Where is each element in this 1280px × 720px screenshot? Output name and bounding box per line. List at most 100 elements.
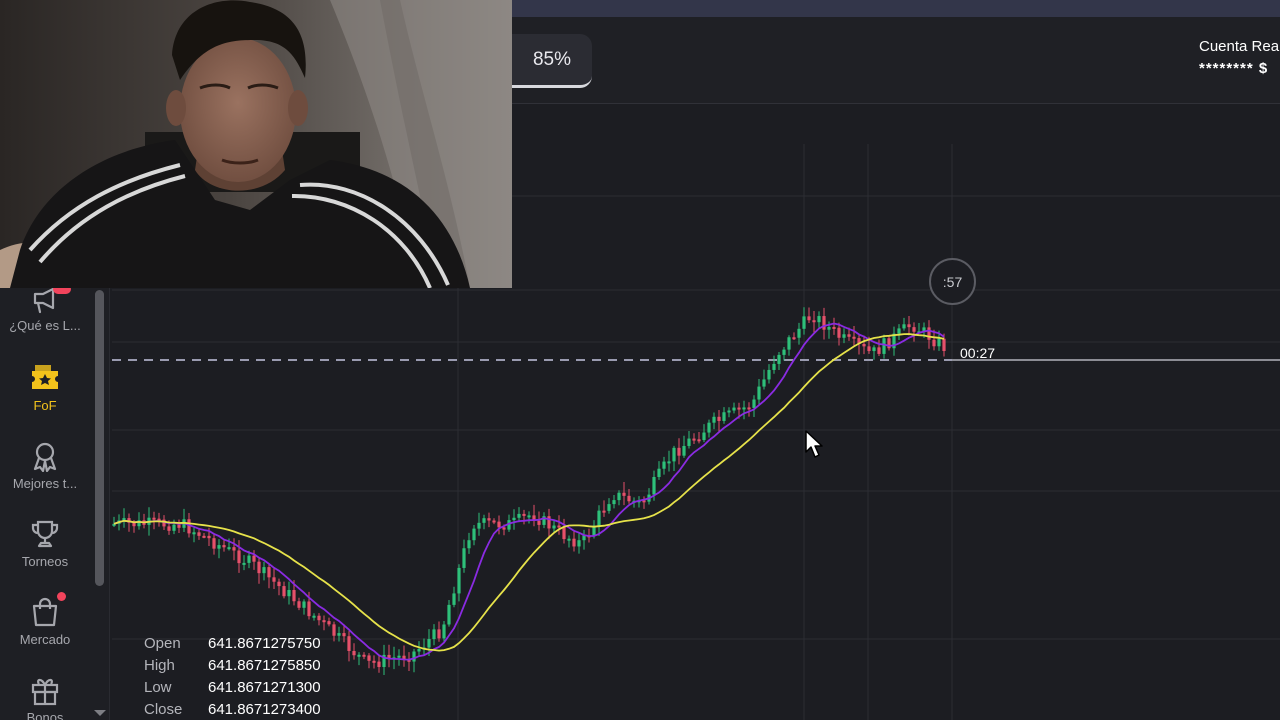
top-strip xyxy=(512,0,1280,17)
candle-up xyxy=(882,338,886,354)
scroll-down-arrow-icon[interactable] xyxy=(94,710,106,716)
moving-average-fast xyxy=(113,322,945,661)
candle-down xyxy=(697,439,701,442)
candle-down xyxy=(572,538,576,547)
candle-down xyxy=(847,334,851,337)
sidebar-item-torneos[interactable]: Torneos xyxy=(0,518,90,569)
webcam-overlay xyxy=(0,0,512,288)
ohlc-close-value: 641.8671273400 xyxy=(208,700,321,718)
payout-badge[interactable]: 85% xyxy=(512,34,592,88)
candle-down xyxy=(927,327,931,340)
sidebar-item-label: Torneos xyxy=(21,554,69,569)
candle-up xyxy=(457,567,461,594)
candle-down xyxy=(497,521,501,528)
candle-down xyxy=(292,589,296,602)
moving-averages xyxy=(113,322,945,661)
candle-down xyxy=(537,520,541,525)
sidebar-scrollbar[interactable] xyxy=(95,290,104,586)
candle-up xyxy=(772,363,776,370)
sidebar-item-bonos[interactable]: Bonos xyxy=(0,674,90,720)
candle-up xyxy=(597,510,601,526)
candle-down xyxy=(907,324,911,328)
candle-down xyxy=(377,661,381,668)
candle-down xyxy=(737,407,741,410)
candle-up xyxy=(727,410,731,413)
candle-up xyxy=(442,624,446,639)
candle-up xyxy=(217,545,221,549)
candle-down xyxy=(297,601,301,608)
sidebar-item-label: Bonos xyxy=(26,710,64,720)
candle-down xyxy=(492,520,496,523)
sidebar-item-mejores[interactable]: Mejores t... xyxy=(0,440,90,491)
candle-up xyxy=(302,601,306,608)
candle-down xyxy=(557,525,561,528)
account-type-label[interactable]: Cuenta Rea xyxy=(1199,38,1279,55)
sidebar-item-que-es[interactable]: ¿Qué es L... xyxy=(0,284,90,333)
candle-down xyxy=(272,577,276,582)
sidebar-item-label: FoF xyxy=(33,398,57,413)
candle-up xyxy=(247,555,251,563)
candle-up xyxy=(937,338,941,347)
sidebar-item-mercado[interactable]: Mercado xyxy=(0,592,90,647)
ohlc-low-row: Low 641.8671271300 xyxy=(144,676,321,698)
candle-up xyxy=(552,525,556,529)
candle-up xyxy=(227,547,231,550)
candle-down xyxy=(317,615,321,621)
candle-down xyxy=(327,621,331,625)
candle-down xyxy=(812,320,816,323)
candle-up xyxy=(662,461,666,469)
candle-up xyxy=(432,629,436,640)
candle-up xyxy=(767,369,771,380)
candle-down xyxy=(372,660,376,663)
candle-down xyxy=(167,526,171,531)
candle-up xyxy=(827,326,831,330)
candle-up xyxy=(337,633,341,636)
candle-up xyxy=(682,445,686,456)
candle-down xyxy=(307,601,311,617)
candle-down xyxy=(602,510,606,513)
candle-down xyxy=(222,545,226,548)
expiry-timer-text: :57 xyxy=(942,273,963,290)
candle-up xyxy=(262,567,266,574)
moving-average-slow xyxy=(113,333,945,652)
candle-up xyxy=(702,432,706,441)
candle-up xyxy=(817,316,821,323)
shopping-bag-icon xyxy=(32,597,58,627)
candle-up xyxy=(742,407,746,410)
candle-up xyxy=(427,639,431,648)
candle-down xyxy=(837,327,841,338)
candle-down xyxy=(862,343,866,347)
candle-up xyxy=(607,504,611,511)
ticket-star-icon xyxy=(32,365,58,389)
candle-up xyxy=(477,522,481,529)
candle-down xyxy=(622,492,626,496)
account-balance[interactable]: ******** $ xyxy=(1199,60,1268,77)
candle-down xyxy=(207,535,211,539)
candle-up xyxy=(712,416,716,423)
candle-down xyxy=(877,347,881,354)
candle-down xyxy=(522,513,526,516)
candle-up xyxy=(707,422,711,433)
trading-app: 85% Cuenta Rea ******** $ :57 00:27 Open… xyxy=(0,0,1280,720)
candle-down xyxy=(347,636,351,651)
candle-up xyxy=(517,513,521,518)
ohlc-high-label: High xyxy=(144,656,175,674)
candle-down xyxy=(932,339,936,347)
candle-down xyxy=(177,524,181,528)
sidebar-item-fof[interactable]: FoF xyxy=(0,362,90,413)
ohlc-open-label: Open xyxy=(144,634,181,652)
candle-down xyxy=(332,624,336,636)
candle-down xyxy=(232,547,236,551)
candle-up xyxy=(512,517,516,521)
candle-up xyxy=(287,589,291,597)
candle-up xyxy=(797,328,801,338)
candle-up xyxy=(357,654,361,657)
candle-down xyxy=(912,327,916,332)
candle-up xyxy=(472,528,476,541)
candle-up xyxy=(482,518,486,523)
sidebar: ¿Qué es L... FoF Mejores t... Torneos Me… xyxy=(0,284,110,720)
mouse-cursor-icon xyxy=(805,430,823,458)
sidebar-item-label: Mejores t... xyxy=(12,476,78,491)
candle-up xyxy=(312,615,316,618)
candle-up xyxy=(567,538,571,541)
